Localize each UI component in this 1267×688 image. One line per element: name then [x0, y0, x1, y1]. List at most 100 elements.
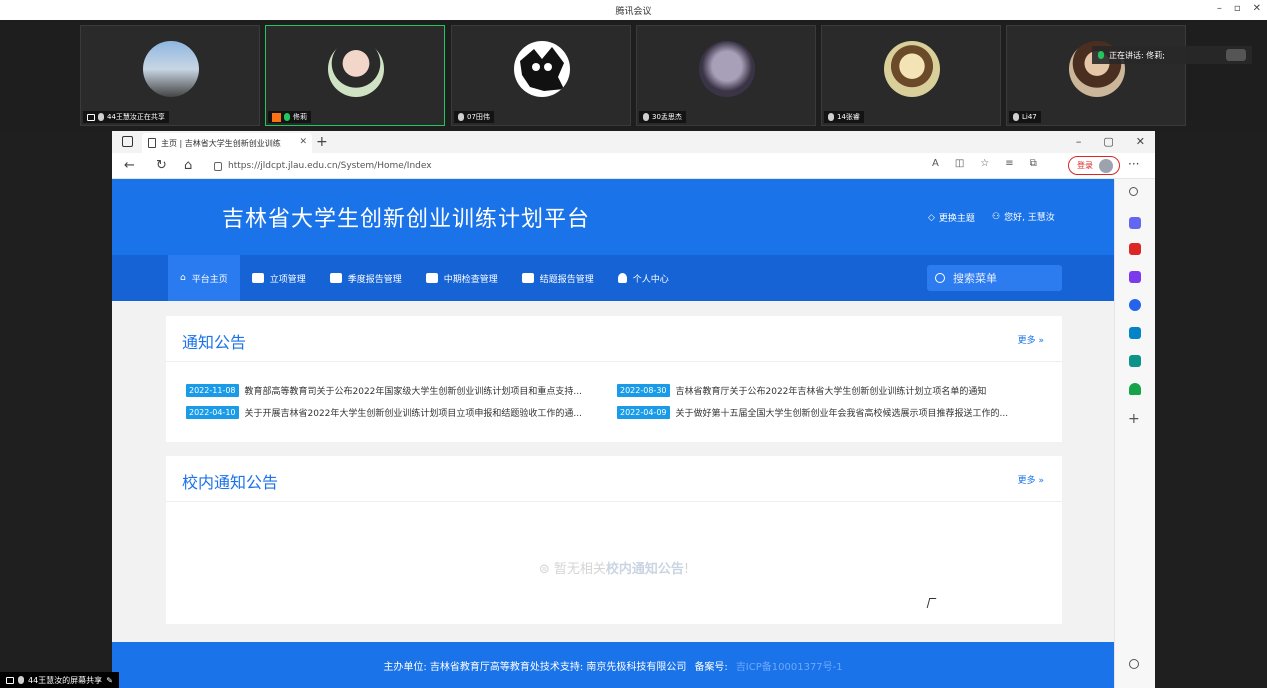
mic-muted-icon [1013, 113, 1019, 121]
toolbox-icon[interactable] [1129, 243, 1141, 255]
favorite-icon[interactable]: ☆ [980, 158, 989, 169]
mic-active-icon [284, 113, 290, 121]
address-bar-row: ← ↻ ⌂ https://jldcpt.jlau.edu.cn/System/… [112, 153, 1155, 179]
read-aloud-icon[interactable]: A [932, 158, 939, 169]
tab-actions-icon[interactable] [122, 136, 133, 147]
user-icon: ⚇ [992, 211, 1001, 222]
app-title: 腾讯会议 [615, 7, 652, 17]
url-field[interactable]: https://jldcpt.jlau.edu.cn/System/Home/I… [214, 157, 1034, 175]
tab-bar: 主页 | 吉林省大学生创新创业训练 ✕ + – ▢ ✕ [112, 131, 1155, 153]
participant-name-label: 07田伟 [454, 111, 494, 123]
screen-share-icon [6, 676, 14, 684]
nav-midterm-check[interactable]: 中期检查管理 [414, 255, 510, 301]
close-button[interactable]: ✕ [1253, 3, 1261, 14]
mic-muted-icon [98, 113, 104, 121]
date-badge: 2022-11-08 [186, 384, 239, 397]
empty-icon: ⊜ [538, 562, 554, 577]
browser-maximize-button[interactable]: ▢ [1103, 135, 1113, 148]
participant-tile[interactable]: 44王慧汝正在共享 [80, 25, 260, 126]
speaking-indicator: 正在讲话: 佟莉; [1092, 46, 1252, 64]
card-title: 校内通知公告 [182, 473, 279, 492]
nav-project-management[interactable]: 立项管理 [240, 255, 318, 301]
raise-hand-icon[interactable] [1226, 49, 1246, 61]
login-button[interactable]: 登录 [1068, 156, 1120, 175]
avatar [884, 41, 940, 97]
participant-name-label: 佟莉 [268, 111, 311, 123]
split-view-icon[interactable]: ◫ [955, 158, 964, 169]
office-icon[interactable] [1129, 299, 1141, 311]
mic-muted-icon [458, 113, 464, 121]
participant-tile[interactable]: 佟莉 [265, 25, 445, 126]
participant-name-label: Li47 [1009, 111, 1041, 123]
add-icon[interactable]: + [1128, 411, 1140, 427]
cube-icon [329, 273, 342, 283]
date-badge: 2022-04-10 [186, 406, 239, 419]
site-header: 吉林省大学生创新创业训练计划平台 ◇ 更换主题 ⚇ 您好, 王慧汝 [112, 179, 1114, 255]
tag-icon[interactable] [1129, 217, 1141, 229]
search-icon[interactable] [1129, 187, 1138, 196]
site-title: 吉林省大学生创新创业训练计划平台 [222, 207, 591, 232]
mic-active-icon [1098, 51, 1104, 59]
page-icon [148, 138, 156, 148]
menu-search-input[interactable]: 搜索菜单 [927, 265, 1062, 291]
participant-tile[interactable]: 14张睿 [821, 25, 1001, 126]
home-icon[interactable]: ⌂ [184, 158, 192, 173]
notice-item[interactable]: 2022-04-09 关于做好第十五届全国大学生创新创业年会我省高校候选展示项目… [617, 406, 1047, 419]
mic-muted-icon [828, 113, 834, 121]
more-link[interactable]: 更多 » [1018, 333, 1044, 346]
participant-tile[interactable]: Li47 [1006, 25, 1186, 126]
participant-name-label: 30孟思杰 [639, 111, 686, 123]
games-icon[interactable] [1129, 271, 1141, 283]
mic-muted-icon [18, 676, 24, 684]
nav-personal-center[interactable]: 个人中心 [606, 255, 681, 301]
browser-minimize-button[interactable]: – [1076, 135, 1082, 148]
site-footer: 主办单位: 吉林省教育厅高等教育处技术支持: 南京先极科技有限公司 备案号: 吉… [112, 642, 1114, 688]
collections-icon[interactable]: ⧉ [1030, 158, 1037, 169]
more-link[interactable]: 更多 » [1018, 473, 1044, 486]
user-greeting[interactable]: ⚇ 您好, 王慧汝 [992, 210, 1055, 224]
browser-close-button[interactable]: ✕ [1136, 135, 1145, 148]
cube-icon [521, 273, 534, 283]
home-icon: ⌂ [180, 273, 186, 283]
nav-quarterly-report[interactable]: 季度报告管理 [318, 255, 414, 301]
new-tab-button[interactable]: + [316, 134, 328, 150]
screen-share-icon [87, 113, 95, 121]
browser-window: 主页 | 吉林省大学生创新创业训练 ✕ + – ▢ ✕ ← ↻ ⌂ https:… [112, 131, 1155, 688]
favorites-list-icon[interactable]: ≡ [1005, 158, 1013, 169]
back-icon[interactable]: ← [124, 158, 135, 173]
participant-tile[interactable]: 30孟思杰 [636, 25, 816, 126]
tree-icon[interactable] [1129, 383, 1141, 395]
main-nav: ⌂ 平台主页 立项管理 季度报告管理 中期检查管理 结题报告管理 个人中心 搜索… [112, 255, 1114, 301]
notices-card: 通知公告 更多 » 2022-11-08 教育部高等教育司关于公布2022年国家… [166, 316, 1062, 442]
participant-tile[interactable]: 07田伟 [451, 25, 631, 126]
browser-sidebar: + [1114, 179, 1155, 688]
date-badge: 2022-08-30 [617, 384, 670, 397]
browser-tab[interactable]: 主页 | 吉林省大学生创新创业训练 ✕ [142, 133, 312, 153]
minimize-button[interactable]: – [1217, 3, 1222, 14]
address-bar-icons: A ◫ ☆ ≡ ⧉ [932, 158, 1037, 169]
more-icon[interactable]: ··· [1128, 157, 1139, 171]
nav-final-report[interactable]: 结题报告管理 [510, 255, 606, 301]
notice-item[interactable]: 2022-11-08 教育部高等教育司关于公布2022年国家级大学生创新创业训练… [186, 384, 616, 397]
outlook-icon[interactable] [1129, 327, 1141, 339]
drop-icon[interactable] [1129, 355, 1141, 367]
screen-share-label: 44王慧汝的屏幕共享 ✎ [0, 672, 119, 688]
notice-item[interactable]: 2022-08-30 吉林省教育厅关于公布2022年吉林省大学生创新创业训练计划… [617, 384, 1047, 397]
restore-button[interactable]: ▫ [1234, 3, 1241, 14]
page-content: 吉林省大学生创新创业训练计划平台 ◇ 更换主题 ⚇ 您好, 王慧汝 ⌂ 平台主页… [112, 179, 1114, 688]
search-icon [935, 273, 945, 283]
cube-icon [425, 273, 438, 283]
nav-home[interactable]: ⌂ 平台主页 [168, 255, 240, 301]
settings-icon[interactable] [1129, 659, 1139, 669]
participant-name-label: 44王慧汝正在共享 [83, 111, 169, 123]
user-icon [617, 273, 627, 283]
pencil-icon[interactable]: ✎ [106, 676, 113, 685]
close-tab-icon[interactable]: ✕ [299, 137, 307, 147]
date-badge: 2022-04-09 [617, 406, 670, 419]
change-theme-link[interactable]: ◇ 更换主题 [928, 211, 975, 225]
notice-item[interactable]: 2022-04-10 关于开展吉林省2022年大学生创新创业训练计划项目立项申报… [186, 406, 616, 419]
window-controls: – ▫ ✕ [1217, 3, 1261, 14]
sitemap-icon [251, 273, 264, 283]
icp-link[interactable]: 吉ICP备10001377号-1 [736, 658, 843, 673]
refresh-icon[interactable]: ↻ [156, 158, 167, 173]
